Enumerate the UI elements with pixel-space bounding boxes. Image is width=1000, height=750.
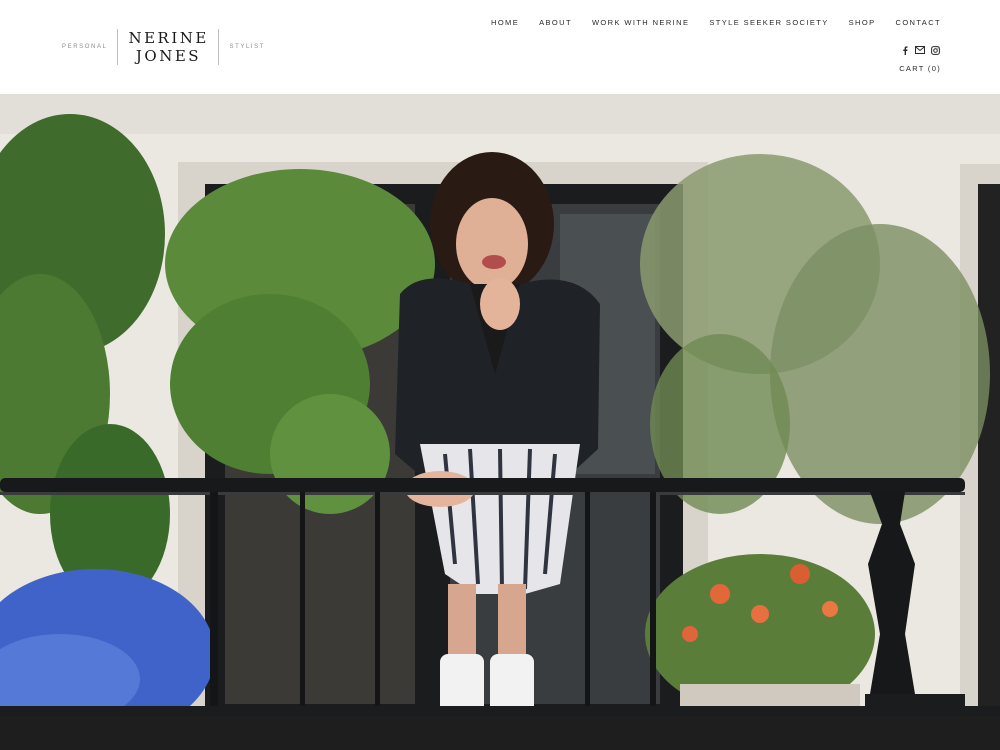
logo-name-first: NERINE: [128, 29, 209, 47]
nav-work-with-nerine[interactable]: WORK WITH NERINE: [592, 18, 689, 27]
main-nav: HOME ABOUT WORK WITH NERINE STYLE SEEKER…: [471, 18, 941, 27]
instagram-icon[interactable]: [930, 45, 940, 55]
brand-logo[interactable]: PERSONAL NERINE JONES STYLIST: [62, 28, 265, 66]
logo-divider-right: [218, 29, 220, 65]
nav-about[interactable]: ABOUT: [539, 18, 572, 27]
nav-home[interactable]: HOME: [491, 18, 519, 27]
social-links: [900, 45, 940, 55]
cart-link[interactable]: CART (0): [899, 64, 941, 73]
facebook-icon[interactable]: [900, 45, 910, 55]
hero-image: [0, 94, 1000, 716]
logo-name: NERINE JONES: [128, 29, 208, 65]
nav-style-seeker-society[interactable]: STYLE SEEKER SOCIETY: [709, 18, 828, 27]
logo-right-tag: STYLIST: [229, 44, 266, 50]
logo-left-tag: PERSONAL: [62, 44, 108, 50]
hero-photo: [0, 94, 1000, 716]
email-icon[interactable]: [915, 45, 925, 55]
logo-divider-left: [117, 29, 119, 65]
nav-contact[interactable]: CONTACT: [896, 18, 942, 27]
logo-name-last: JONES: [135, 47, 202, 65]
site-header: PERSONAL NERINE JONES STYLIST HOME ABOUT…: [0, 0, 1000, 94]
nav-shop[interactable]: SHOP: [849, 18, 876, 27]
footer-band: [0, 716, 1000, 750]
